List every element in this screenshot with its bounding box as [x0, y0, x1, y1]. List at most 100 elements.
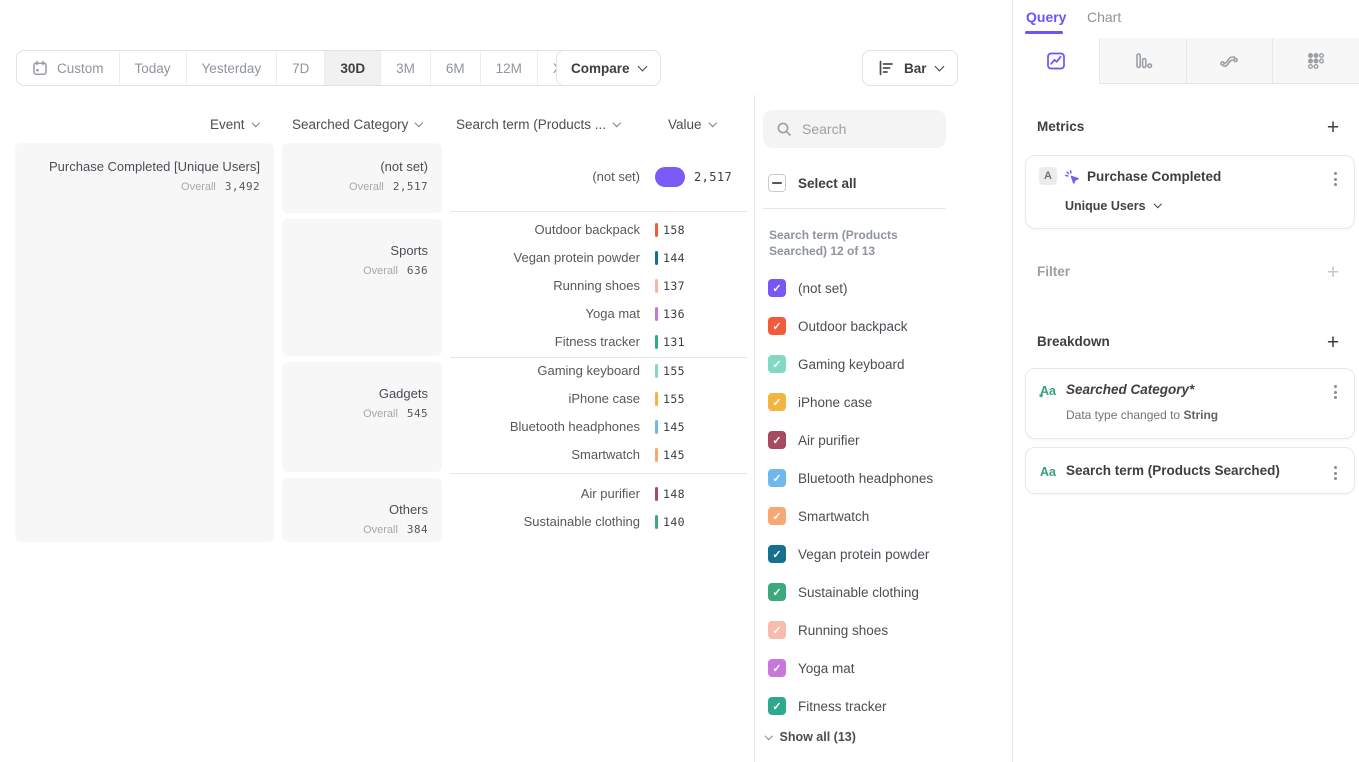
search-field[interactable] [763, 110, 946, 148]
term-row: Gaming keyboard155 [450, 357, 750, 385]
category-cell: OthersOverall384 [282, 478, 442, 542]
add-filter-button[interactable]: + [1323, 262, 1343, 284]
select-all-label: Select all [798, 176, 857, 191]
filter-item[interactable]: Smartwatch [768, 506, 869, 526]
overall-label: Overall [181, 181, 216, 193]
filter-checkbox[interactable] [768, 545, 786, 563]
column-header-label: Event [210, 117, 245, 132]
filter-checkbox[interactable] [768, 317, 786, 335]
add-breakdown-button[interactable]: + [1323, 332, 1343, 354]
filter-checkbox[interactable] [768, 507, 786, 525]
funnels-tab[interactable] [1099, 38, 1186, 84]
value-bar [655, 364, 658, 378]
filter-checkbox[interactable] [768, 431, 786, 449]
flows-icon [1218, 50, 1240, 72]
breakdown-card-search-term[interactable]: Aa Search term (Products Searched) [1025, 447, 1355, 494]
term-value: 145 [663, 413, 685, 441]
filter-checkbox[interactable] [768, 355, 786, 373]
value-bar [655, 251, 658, 265]
tab-chart[interactable]: Chart [1087, 9, 1121, 25]
breakdown-menu-button[interactable] [1332, 383, 1339, 401]
term-row: Yoga mat136 [450, 300, 750, 328]
measure-label: Unique Users [1065, 199, 1146, 213]
category-overall: Overall 2,517 [282, 180, 428, 193]
category-name: (not set) [282, 159, 428, 174]
breakdown-menu-button[interactable] [1332, 464, 1339, 482]
category-overall: Overall384 [282, 523, 428, 536]
filter-checkbox[interactable] [768, 469, 786, 487]
overall-value: 2,517 [393, 180, 428, 193]
value-bar [655, 335, 658, 349]
filter-divider [763, 208, 946, 209]
filter-item-label: iPhone case [798, 395, 872, 410]
insights-tab[interactable] [1013, 38, 1099, 84]
overall-value: 545 [407, 407, 428, 420]
overall-label: Overall [363, 524, 398, 536]
filter-item-label: Gaming keyboard [798, 357, 905, 372]
metric-menu-button[interactable] [1332, 170, 1339, 188]
filter-item[interactable]: Gaming keyboard [768, 354, 905, 374]
filter-checkbox[interactable] [768, 659, 786, 677]
term-value: 145 [663, 441, 685, 469]
filter-item[interactable]: Bluetooth headphones [768, 468, 933, 488]
overall-label: Overall [363, 408, 398, 420]
event-cell: Purchase Completed [Unique Users] Overal… [15, 143, 274, 542]
breakdown-card-searched-category[interactable]: Aa* Searched Category* Data type changed… [1025, 368, 1355, 439]
select-all-row[interactable]: Select all [768, 174, 857, 192]
flows-tab[interactable] [1186, 38, 1273, 84]
chart-type-selector[interactable]: Bar [862, 50, 958, 86]
filter-item[interactable]: Yoga mat [768, 658, 855, 678]
filter-checkbox[interactable] [768, 393, 786, 411]
column-header-event[interactable]: Event [210, 117, 258, 132]
funnels-icon [1132, 50, 1154, 72]
filter-item[interactable]: Outdoor backpack [768, 316, 908, 336]
date-range-label: Yesterday [202, 61, 262, 76]
filter-item[interactable]: Vegan protein powder [768, 544, 929, 564]
filter-heading: Filter [1037, 264, 1070, 279]
term-row: Air purifier148 [450, 480, 750, 508]
term-label: Yoga mat [450, 300, 640, 328]
filter-item[interactable]: Air purifier [768, 430, 860, 450]
add-metric-button[interactable]: + [1323, 117, 1343, 139]
term-column: (not set)2,517Outdoor backpack158Vegan p… [450, 0, 750, 762]
filter-checkbox[interactable] [768, 583, 786, 601]
term-label: Sustainable clothing [450, 508, 640, 536]
date-range-custom[interactable]: Custom [17, 51, 119, 85]
term-label: Running shoes [450, 272, 640, 300]
filter-item[interactable]: (not set) [768, 278, 848, 298]
term-value: 148 [663, 480, 685, 508]
chevron-down-icon [251, 119, 259, 127]
chevron-down-icon [934, 61, 944, 71]
insights-icon [1045, 50, 1067, 72]
event-name: Purchase Completed [Unique Users] [15, 159, 260, 174]
filter-item-label: Sustainable clothing [798, 585, 919, 600]
metric-card[interactable]: A Purchase Completed Unique Users [1025, 155, 1355, 229]
search-input[interactable] [802, 121, 922, 137]
term-row: Fitness tracker131 [450, 328, 750, 356]
filter-checkbox[interactable] [768, 697, 786, 715]
show-all-button[interactable]: Show all (13) [766, 730, 856, 744]
breakdown-label: Search term (Products Searched) [1066, 463, 1280, 478]
term-row: Vegan protein powder144 [450, 244, 750, 272]
tab-query[interactable]: Query [1026, 9, 1066, 25]
measure-dropdown[interactable]: Unique Users [1065, 199, 1160, 213]
filter-item[interactable]: iPhone case [768, 392, 872, 412]
retention-icon [1305, 50, 1327, 72]
overall-value: 636 [407, 264, 428, 277]
date-range-today[interactable]: Today [119, 51, 186, 85]
filter-item[interactable]: Running shoes [768, 620, 888, 640]
overall-value: 3,492 [225, 180, 260, 193]
filter-checkbox[interactable] [768, 279, 786, 297]
group-separator [450, 357, 747, 358]
value-bar [655, 515, 658, 529]
group-separator [450, 473, 747, 474]
retention-tab[interactable] [1272, 38, 1359, 84]
date-range-yesterday[interactable]: Yesterday [186, 51, 277, 85]
term-label: (not set) [450, 163, 640, 191]
show-all-label: Show all (13) [780, 730, 856, 744]
select-all-checkbox[interactable] [768, 174, 786, 192]
filter-checkbox[interactable] [768, 621, 786, 639]
filter-item[interactable]: Sustainable clothing [768, 582, 919, 602]
overall-label: Overall [349, 181, 384, 193]
filter-item[interactable]: Fitness tracker [768, 696, 887, 716]
